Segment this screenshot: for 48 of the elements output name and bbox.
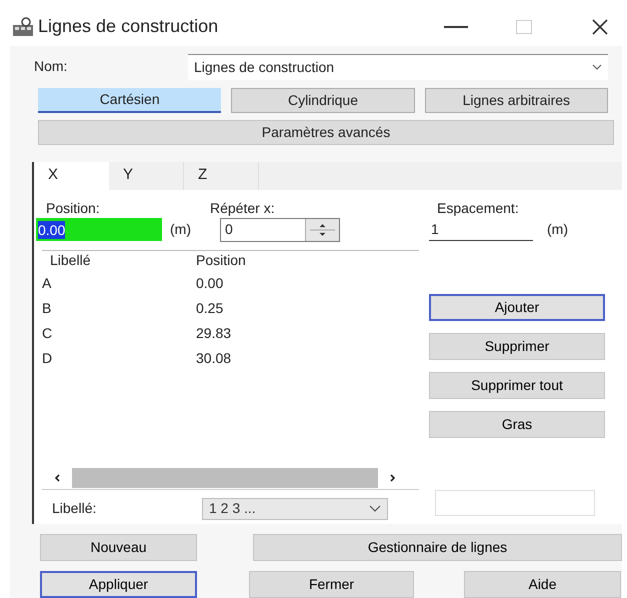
table-cell-text: 0.25 xyxy=(196,298,224,318)
axis-tab[interactable]: X xyxy=(34,162,109,190)
spacing-label: Espacement: xyxy=(436,198,520,216)
scroll-right-icon[interactable] xyxy=(390,474,396,482)
new-button[interactable]: Nouveau xyxy=(40,534,197,561)
table-cell-text: 29.83 xyxy=(196,324,232,343)
column-header: Position xyxy=(196,250,246,270)
action-button[interactable]: Supprimer tout xyxy=(429,372,605,399)
chevron-icon xyxy=(592,64,602,70)
unit-label: (m) xyxy=(547,220,568,240)
name-label: Nom: xyxy=(33,57,68,76)
action-button[interactable]: Ajouter xyxy=(429,294,605,321)
table-cell-text: 30.08 xyxy=(196,348,232,368)
repeat-label: Répéter x: xyxy=(210,198,275,216)
table-cell-text: D xyxy=(42,348,54,368)
unit-label: (m) xyxy=(170,220,192,240)
label-dropdown[interactable]: 1 2 3 ... xyxy=(202,498,388,520)
line-manager-button[interactable]: Gestionnaire de lignes xyxy=(253,534,622,561)
spacing-field[interactable]: 1 xyxy=(429,218,533,241)
apply-button[interactable]: Appliquer xyxy=(40,571,197,598)
column-header: Libellé xyxy=(49,250,92,270)
spinner-arrows-icon[interactable] xyxy=(305,218,339,241)
chevron-icon xyxy=(369,505,381,512)
table-cell-text: B xyxy=(42,298,52,318)
action-button[interactable]: Supprimer xyxy=(429,332,605,360)
grid-icon xyxy=(12,16,34,37)
table-cell-text: C xyxy=(42,324,54,343)
position-field[interactable]: 0.00 xyxy=(36,218,162,242)
mode-tab[interactable]: Cartésien xyxy=(38,88,222,113)
label-text-field[interactable] xyxy=(435,490,595,516)
advanced-settings-button[interactable]: Paramètres avancés xyxy=(38,120,614,145)
mode-tab[interactable]: Cylindrique xyxy=(231,88,415,113)
name-dropdown[interactable]: Lignes de construction xyxy=(188,54,608,80)
close-icon[interactable] xyxy=(592,18,608,35)
repeat-spinbox[interactable]: 0 xyxy=(220,218,340,242)
position-label: Position: xyxy=(45,198,101,216)
action-button[interactable]: Gras xyxy=(429,410,605,438)
help-button[interactable]: Aide xyxy=(464,571,621,598)
label-caption: Libellé: xyxy=(51,499,98,518)
table-cell-text: 0.00 xyxy=(196,274,224,293)
scrollbar-thumb[interactable] xyxy=(72,468,378,488)
horizontal-scrollbar[interactable] xyxy=(42,468,419,490)
mode-tab[interactable]: Lignes arbitraires xyxy=(424,88,608,113)
scroll-left-icon[interactable] xyxy=(54,474,60,482)
close-button[interactable]: Fermer xyxy=(249,571,414,598)
window-title: Lignes de construction xyxy=(38,15,218,38)
table-cell-text: A xyxy=(42,274,52,293)
minimize-icon[interactable] xyxy=(444,26,468,28)
